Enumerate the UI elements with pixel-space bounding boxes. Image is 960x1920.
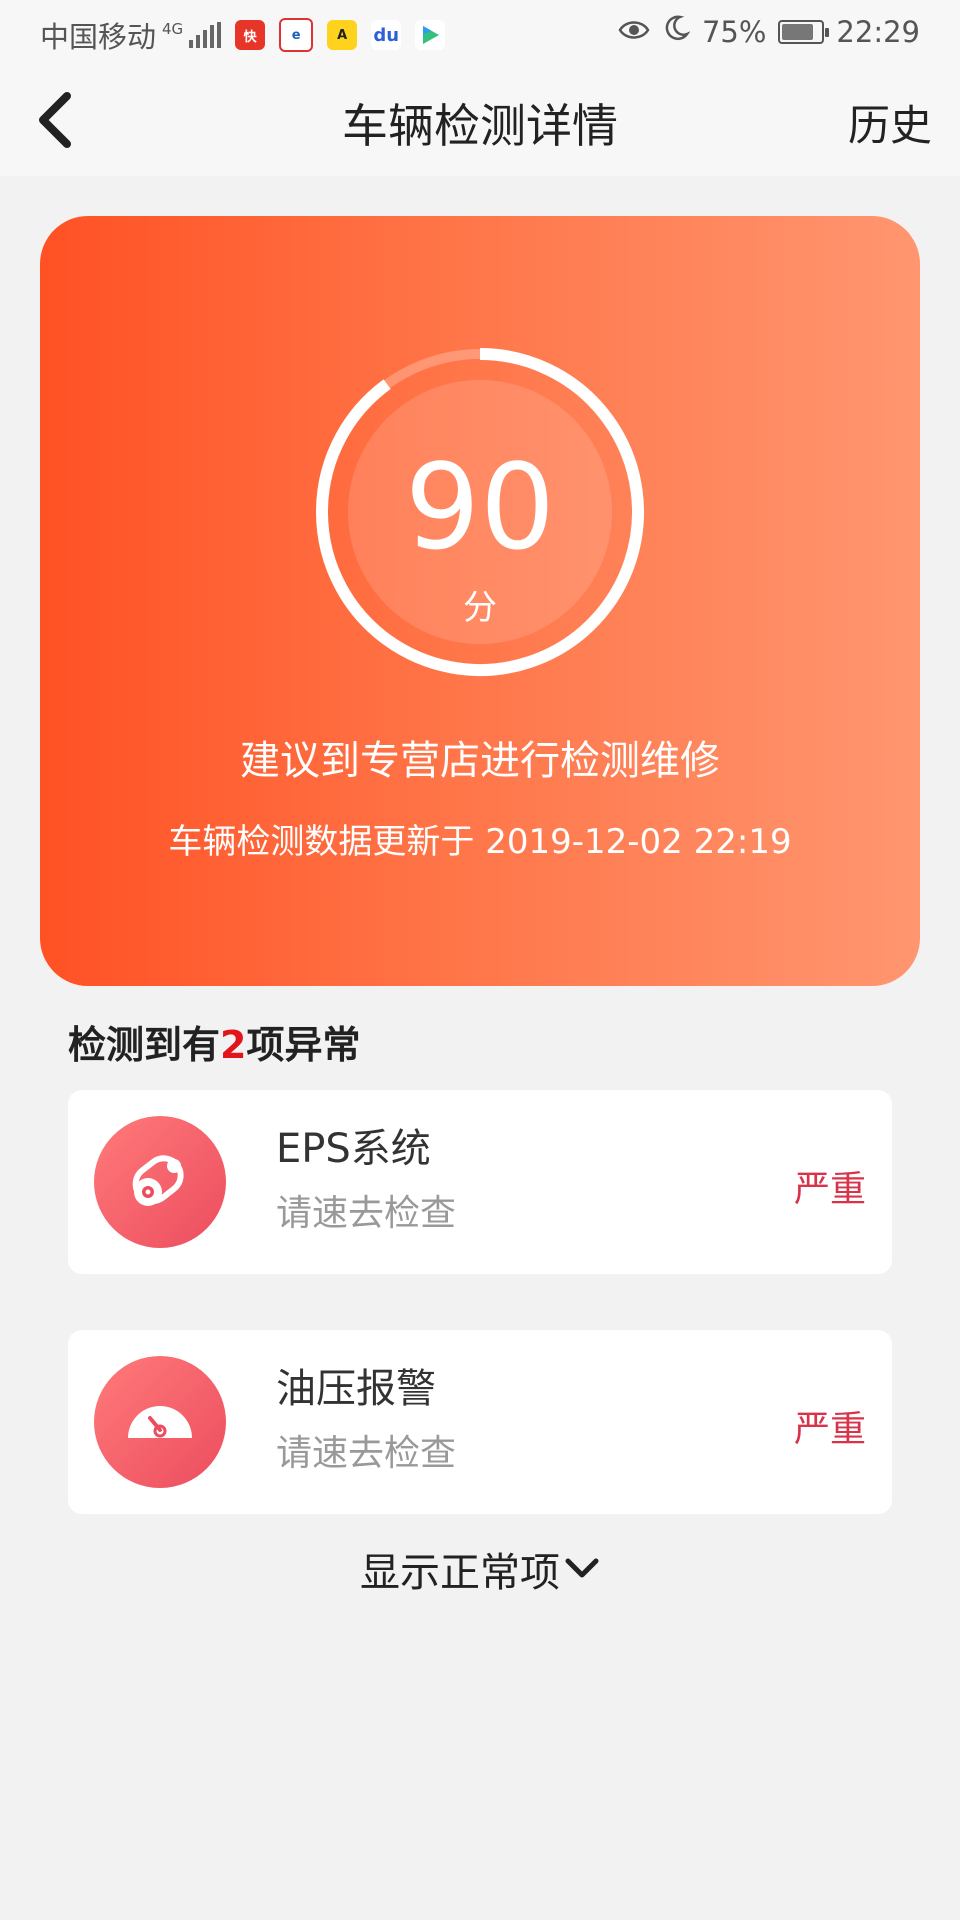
history-button[interactable]: 历史 [848, 92, 932, 153]
advice-text: 建议到专营店进行检测维修 [240, 738, 720, 784]
carrier-name: 中国移动 [40, 20, 157, 54]
score-unit: 分 [463, 588, 497, 628]
item-subtitle: 请速去检查 [276, 1433, 457, 1474]
severity-badge: 严重 [793, 1409, 866, 1450]
status-bar: 中国移动 4G 快 e A du 75% 22:29 [0, 0, 960, 64]
abnormal-count: 2 [220, 1023, 247, 1067]
taxi-app-icon: A [327, 20, 358, 50]
show-normal-button[interactable]: 显示正常项 [0, 1540, 960, 1598]
severity-badge: 严重 [793, 1169, 866, 1210]
update-time: 车辆检测数据更新于 2019-12-02 22:19 [168, 822, 792, 862]
news-app-icon: 快 [235, 20, 266, 50]
battery-icon [778, 19, 830, 44]
score-value: 90 [404, 438, 556, 576]
item-subtitle: 请速去检查 [276, 1193, 457, 1234]
network-type: 4G [162, 19, 184, 38]
abnormal-item-oil-pressure[interactable]: 油压报警 请速去检查 严重 [68, 1330, 892, 1514]
video-app-icon [415, 20, 446, 50]
battery-percent: 75% [701, 14, 767, 49]
signal-icon [189, 22, 222, 48]
page-title: 车辆检测详情 [342, 99, 618, 153]
baidu-app-icon: du [371, 20, 402, 50]
steering-belt-icon [94, 1116, 226, 1248]
item-name: EPS系统 [276, 1126, 431, 1172]
eye-icon [618, 15, 650, 49]
nav-bar: 车辆检测详情 历史 [0, 64, 960, 176]
abnormal-prefix: 检测到有 [68, 1023, 221, 1067]
abnormal-item-eps[interactable]: EPS系统 请速去检查 严重 [68, 1090, 892, 1274]
browser-app-icon: e [279, 18, 314, 52]
gauge-icon [94, 1356, 226, 1488]
chevron-down-icon [565, 1558, 599, 1578]
abnormal-suffix: 项异常 [246, 1023, 361, 1067]
moon-icon [662, 14, 691, 49]
abnormal-summary: 检测到有2项异常 [68, 1014, 360, 1069]
score-card: 90 分 建议到专营店进行检测维修 车辆检测数据更新于 2019-12-02 2… [40, 216, 920, 986]
item-name: 油压报警 [276, 1366, 436, 1412]
clock-time: 22:29 [836, 14, 920, 49]
show-normal-label: 显示正常项 [360, 1550, 560, 1596]
